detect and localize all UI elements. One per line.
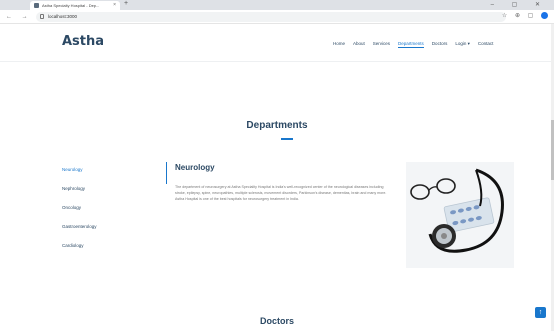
department-image — [406, 162, 514, 268]
department-heading: Neurology — [175, 163, 215, 172]
nav-home[interactable]: Home — [333, 41, 345, 48]
active-tab-indicator — [166, 162, 167, 184]
scroll-to-top-button[interactable]: ↑ — [535, 307, 546, 318]
title-underline — [281, 138, 293, 140]
site-header: Astha Home About Services Departments Do… — [0, 24, 554, 62]
nav-doctors[interactable]: Doctors — [432, 41, 448, 48]
nav-departments[interactable]: Departments — [398, 41, 424, 48]
department-content: Neurology The department of neurosurgery… — [175, 163, 393, 203]
dept-tab-nephrology[interactable]: Nephrology — [62, 184, 162, 203]
doctors-title: Doctors — [259, 316, 294, 326]
url-input[interactable]: localhost:3000 — [36, 12, 506, 22]
new-tab-button[interactable]: + — [124, 0, 128, 7]
favicon-icon — [34, 3, 39, 8]
tab-title: Astha Specialty Hospital - Dep... — [42, 3, 100, 8]
url-text: localhost:3000 — [48, 14, 78, 19]
department-description: The department of neurosurgery at Astha … — [175, 185, 387, 202]
dept-tab-neurology[interactable]: Neurology — [62, 165, 162, 184]
departments-title: Departments — [246, 120, 308, 131]
dept-tab-gastroenterology[interactable]: Gastroenterology — [62, 222, 162, 241]
nav-login[interactable]: Login ▾ — [455, 41, 470, 48]
profile-icon[interactable] — [541, 12, 548, 19]
arrow-up-icon: ↑ — [538, 309, 543, 316]
extension-icons[interactable]: ☆ ⊕ ▢ — [502, 12, 548, 19]
department-tabs: Neurology Nephrology Oncology Gastroente… — [62, 165, 162, 260]
nav-contact[interactable]: Contact — [478, 41, 494, 48]
dept-tab-cardiology[interactable]: Cardiology — [62, 241, 162, 260]
browser-tabbar: Astha Specialty Hospital - Dep... × + – … — [0, 0, 554, 10]
dept-tab-oncology[interactable]: Oncology — [62, 203, 162, 222]
browser-address-bar: ← → ⟳ localhost:3000 ☆ ⊕ ▢ — [0, 10, 554, 24]
tab-close-icon[interactable]: × — [113, 2, 116, 8]
window-controls[interactable]: – ▢ ✕ — [491, 1, 548, 8]
site-logo[interactable]: Astha — [62, 34, 104, 49]
main-nav: Home About Services Departments Doctors … — [333, 41, 493, 48]
nav-about[interactable]: About — [353, 41, 365, 48]
browser-tab[interactable]: Astha Specialty Hospital - Dep... × — [30, 1, 120, 10]
stethoscope-icon — [406, 162, 514, 268]
nav-services[interactable]: Services — [373, 41, 390, 48]
site-info-icon[interactable] — [40, 14, 44, 19]
